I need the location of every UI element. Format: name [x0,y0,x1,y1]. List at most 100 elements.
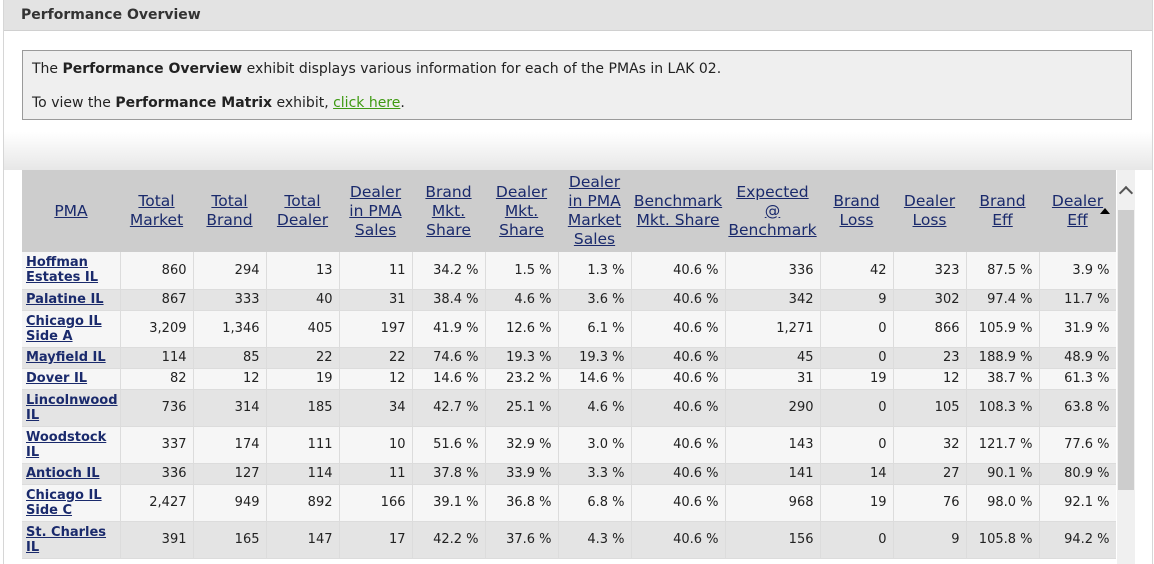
cell-total-brand: 165 [193,521,267,559]
cell-dealer-in-pma-market-sales: 1.3 % [558,252,632,290]
pma-link[interactable]: St. Charles IL [26,525,114,555]
pma-cell: Woodstock IL [22,426,121,464]
cell-total-market: 336 [120,463,194,485]
cell-benchmark-mkt-share: 40.6 % [631,368,726,390]
cell-dealer-eff: 11.7 % [1039,289,1116,311]
cell-dealer-mkt-share: 32.9 % [485,426,559,464]
table-row: Lincolnwood IL 736 314 185 34 42.7 % 25.1 % 4.6… [22,389,1116,427]
cell-dealer-eff: 3.9 % [1039,252,1116,290]
pma-link[interactable]: Lincolnwood IL [26,393,118,423]
cell-dealer-eff: 61.3 % [1039,368,1116,390]
cell-dealer-loss: 323 [893,252,967,290]
cell-total-market: 337 [120,426,194,464]
cell-dealer-in-pma-market-sales: 3.6 % [558,289,632,311]
cell-dealer-in-pma-market-sales: 6.8 % [558,484,632,522]
cell-benchmark-mkt-share: 40.6 % [631,389,726,427]
cell-dealer-mkt-share: 4.6 % [485,289,559,311]
pma-cell: St. Charles IL [22,521,121,559]
column-header-dealer-mkt-share[interactable]: Dealer Mkt. Share [485,170,558,252]
pma-link[interactable]: Mayfield IL [26,350,114,365]
performance-overview-panel: Performance Overview The Performance Ove… [3,0,1153,564]
cell-brand-eff: 97.4 % [966,289,1040,311]
performance-table: PMA Total Market Total Brand Total Dealer Deale… [22,170,1116,559]
info-line-1-bold: Performance Overview [62,61,243,77]
cell-dealer-eff: 63.8 % [1039,389,1116,427]
cell-dealer-in-pma-market-sales: 6.1 % [558,310,632,348]
cell-dealer-in-pma-market-sales: 3.3 % [558,463,632,485]
cell-expected-at-benchmark: 290 [725,389,821,427]
scroll-up-button[interactable] [1117,170,1135,210]
pma-link[interactable]: Palatine IL [26,292,114,307]
column-header-dealer-loss[interactable]: Dealer Loss [893,170,966,252]
column-header-line: Total [138,192,175,210]
pma-link[interactable]: Chicago IL Side C [26,488,114,518]
cell-dealer-eff: 94.2 % [1039,521,1116,559]
column-header-line: Market [129,211,184,229]
cell-total-brand: 294 [193,252,267,290]
cell-brand-loss: 0 [820,521,894,559]
column-header-line: Total [211,192,248,210]
cell-total-brand: 127 [193,463,267,485]
cell-dealer-eff: 48.9 % [1039,347,1116,369]
column-header-benchmark-mkt-share[interactable]: Benchmark Mkt. Share [631,170,725,252]
pma-link[interactable]: Antioch IL [26,466,114,481]
cell-total-brand: 12 [193,368,267,390]
cell-total-market: 82 [120,368,194,390]
cell-brand-mkt-share: 38.4 % [412,289,486,311]
cell-total-brand: 949 [193,484,267,522]
column-header-line: Benchmark [728,220,817,239]
cell-expected-at-benchmark: 342 [725,289,821,311]
cell-total-dealer: 114 [266,463,340,485]
cell-total-brand: 314 [193,389,267,427]
pma-link[interactable]: Chicago IL Side A [26,314,114,344]
cell-dealer-loss: 9 [893,521,967,559]
performance-matrix-link[interactable]: click here [333,95,400,111]
info-box: The Performance Overview exhibit display… [22,50,1132,120]
pma-link[interactable]: Hoffman Estates IL [26,255,114,285]
cell-total-market: 3,209 [120,310,194,348]
column-header-pma[interactable]: PMA [22,170,120,252]
cell-dealer-in-pma-sales: 10 [339,426,413,464]
column-header-brand-mkt-share[interactable]: Brand Mkt. Share [412,170,485,252]
cell-brand-loss: 19 [820,368,894,390]
cell-total-dealer: 892 [266,484,340,522]
pma-link[interactable]: Woodstock IL [26,430,114,460]
cell-brand-eff: 105.8 % [966,521,1040,559]
column-header-brand-loss[interactable]: Brand Loss [820,170,893,252]
column-header-line: Share [426,220,471,239]
column-header-line: Dealer [568,173,621,191]
column-header-line: Brand [206,211,253,229]
pma-cell: Hoffman Estates IL [22,252,121,290]
cell-benchmark-mkt-share: 40.6 % [631,521,726,559]
scrollbar-thumb[interactable] [1118,210,1134,490]
cell-brand-eff: 105.9 % [966,310,1040,348]
column-header-line: Eff [1067,211,1088,229]
column-header-dealer-in-pma-market-sales[interactable]: Dealer in PMA Market Sales [558,170,631,252]
pma-link[interactable]: Dover IL [26,371,114,386]
column-header-line: Mkt. [504,201,539,220]
cell-dealer-in-pma-sales: 31 [339,289,413,311]
cell-total-dealer: 40 [266,289,340,311]
column-header-line: PMA [54,201,88,220]
column-header-line: Brand [979,192,1026,210]
vertical-scrollbar[interactable] [1117,170,1135,564]
column-header-brand-eff[interactable]: Brand Eff [966,170,1039,252]
column-header-line: Mkt. [431,201,466,220]
cell-dealer-loss: 105 [893,389,967,427]
column-header-total-dealer[interactable]: Total Dealer [266,170,339,252]
column-header-expected-at-benchmark[interactable]: Expected @ Benchmark [725,170,820,252]
column-header-dealer-in-pma-sales[interactable]: Dealer in PMA Sales [339,170,412,252]
pma-cell: Dover IL [22,368,121,390]
column-header-line: Loss [839,211,874,229]
column-header-total-market[interactable]: Total Market [120,170,193,252]
column-header-dealer-eff[interactable]: Dealer Eff [1039,170,1116,252]
cell-dealer-in-pma-market-sales: 4.6 % [558,389,632,427]
column-header-line: Loss [912,211,947,229]
cell-dealer-loss: 302 [893,289,967,311]
cell-total-dealer: 13 [266,252,340,290]
cell-expected-at-benchmark: 1,271 [725,310,821,348]
cell-brand-mkt-share: 41.9 % [412,310,486,348]
column-header-total-brand[interactable]: Total Brand [193,170,266,252]
table-row: St. Charles IL 391 165 147 17 42.2 % 37.6 % 4.3… [22,521,1116,559]
cell-expected-at-benchmark: 45 [725,347,821,369]
